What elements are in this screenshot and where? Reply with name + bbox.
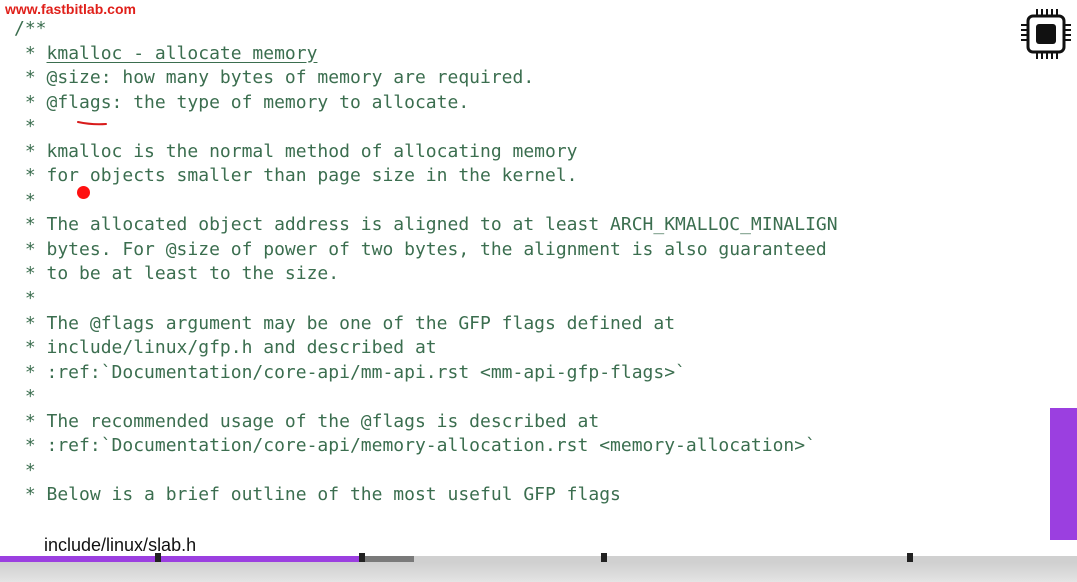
laser-pointer: [77, 186, 90, 199]
player-controls-bar: [0, 562, 1077, 582]
file-path-caption: include/linux/slab.h: [44, 535, 197, 555]
code-line: *: [14, 459, 36, 481]
code-line: *: [14, 386, 36, 408]
pen-annotation: [77, 121, 107, 126]
code-line-prefix: *: [14, 42, 47, 64]
code-line-title: * kmalloc - allocate memory: [14, 42, 838, 67]
watermark: www.fastbitlab.com: [5, 1, 136, 17]
side-accent-bar: [1050, 408, 1077, 540]
code-line: *: [14, 116, 36, 138]
code-line: * :ref:`Documentation/core-api/mm-api.rs…: [14, 361, 686, 383]
code-line: * The allocated object address is aligne…: [14, 214, 838, 236]
code-line: * @flags: the type of memory to allocate…: [14, 91, 470, 113]
code-line: * kmalloc is the normal method of alloca…: [14, 140, 578, 162]
chip-icon: [1021, 9, 1071, 59]
code-line: * The @flags argument may be one of the …: [14, 312, 676, 334]
code-line: * bytes. For @size of power of two bytes…: [14, 238, 827, 260]
code-line: * @size: how many bytes of memory are re…: [14, 67, 535, 89]
code-comment-block: /** * kmalloc - allocate memory * @size:…: [14, 17, 838, 508]
code-line: * include/linux/gfp.h and described at: [14, 337, 437, 359]
code-line: * The recommended usage of the @flags is…: [14, 410, 600, 432]
code-line: *: [14, 189, 36, 211]
code-line: *: [14, 288, 36, 310]
code-line: * Below is a brief outline of the most u…: [14, 484, 621, 506]
code-line: * :ref:`Documentation/core-api/memory-al…: [14, 435, 816, 457]
function-title: kmalloc - allocate memory: [46, 42, 318, 64]
code-line: * to be at least to the size.: [14, 263, 340, 285]
code-line: /**: [14, 18, 47, 39]
code-line: * for objects smaller than page size in …: [14, 165, 578, 187]
